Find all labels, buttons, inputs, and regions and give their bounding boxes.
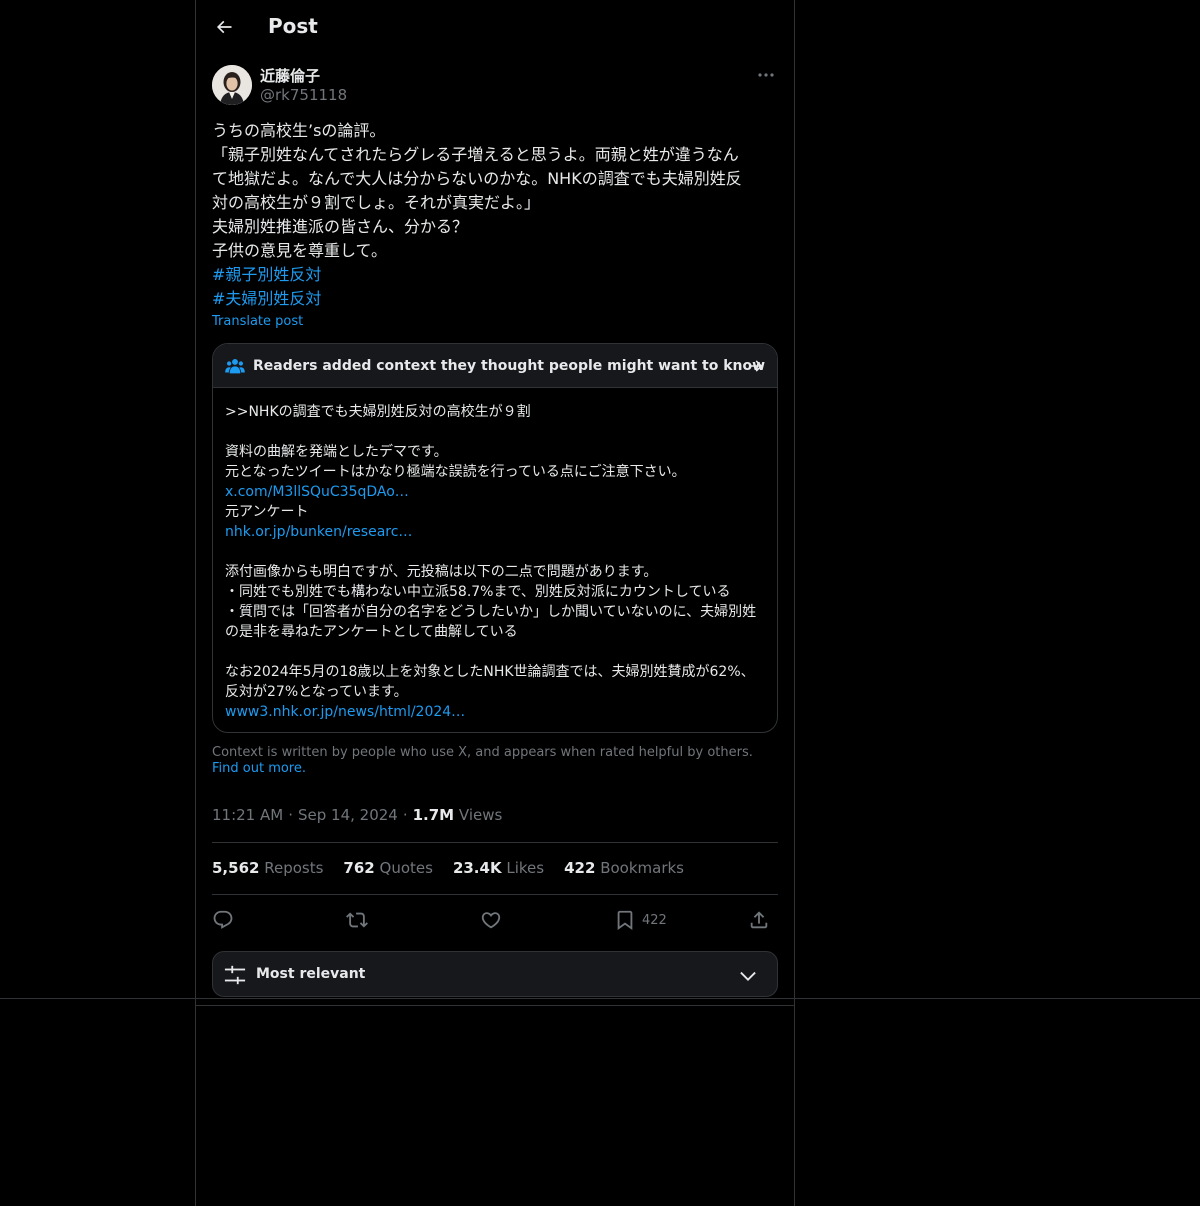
- post-line: 夫婦別姓推進派の皆さん、分かる？: [212, 217, 469, 236]
- bookmarks-label: Bookmarks: [600, 859, 684, 877]
- page-title: Post: [268, 14, 318, 38]
- reply-button[interactable]: [212, 906, 234, 934]
- post-author: 近藤倫子 @rk751118: [212, 64, 778, 108]
- page-header: Post: [196, 0, 794, 53]
- reply-sort-dropdown[interactable]: Most relevant: [212, 951, 778, 997]
- heart-icon: [481, 912, 501, 929]
- likes-stat[interactable]: 23.4K Likes: [453, 859, 544, 877]
- chevron-down-icon: [740, 971, 756, 981]
- translate-post-link[interactable]: Translate post: [212, 314, 303, 329]
- like-button[interactable]: [480, 906, 502, 934]
- avatar[interactable]: [212, 65, 252, 105]
- reposts-label: Reposts: [264, 859, 324, 877]
- share-button[interactable]: [748, 906, 770, 934]
- note-text: なお2024年5月の18歳以上を対象としたNHK世論調査では、夫婦別姓賛成が62…: [225, 664, 755, 700]
- repost-icon: [346, 912, 368, 928]
- avatar-portrait-icon: [212, 65, 252, 105]
- post-line: うちの高校生’sの論評。: [212, 121, 386, 140]
- hashtag-link[interactable]: #親子別姓反対: [212, 263, 778, 287]
- reply-icon: [213, 910, 233, 929]
- note-source-link[interactable]: www3.nhk.or.jp/news/html/2024…: [225, 702, 765, 722]
- display-name[interactable]: 近藤倫子: [260, 65, 320, 86]
- note-source-link[interactable]: nhk.or.jp/bunken/researc…: [225, 522, 765, 542]
- note-text: 元となったツイートはかなり極端な誤読を行っている点にご注意下さい。: [225, 464, 686, 480]
- share-icon: [750, 911, 768, 929]
- community-note-card: Readers added context they thought peopl…: [212, 343, 778, 733]
- note-text: ・同姓でも別姓でも構わない中立派58.7%まで、別姓反対派にカウントしている: [225, 584, 731, 600]
- note-text: ・質問では「回答者が自分の名字をどうしたいか」しか聞いていないのに、夫婦別姓の是…: [225, 604, 757, 640]
- post-stats: 5,562 Reposts 762 Quotes 23.4K Likes 422…: [212, 859, 684, 877]
- note-quote: >>NHKの調査でも夫婦別姓反対の高校生が９割: [225, 404, 531, 420]
- back-arrow-icon: [216, 20, 232, 34]
- context-footer: Context is written by people who use X, …: [212, 745, 778, 777]
- quotes-stat[interactable]: 762 Quotes: [343, 859, 433, 877]
- bookmark-count: 422: [642, 912, 667, 928]
- community-note-header[interactable]: Readers added context they thought peopl…: [213, 344, 777, 388]
- post-text: うちの高校生’sの論評。 「親子別姓なんてされたらグレる子増えると思うよ。両親と…: [212, 119, 778, 311]
- column-rule: [195, 1005, 795, 1006]
- filter-sliders-icon: [224, 965, 246, 985]
- views-count: 1.7M: [412, 806, 455, 824]
- note-text: 元アンケート: [225, 504, 309, 520]
- more-options-button[interactable]: [754, 65, 778, 85]
- repost-button[interactable]: [346, 906, 368, 934]
- more-dots-icon: [758, 73, 774, 77]
- sort-label: Most relevant: [256, 966, 366, 982]
- context-footer-text: Context is written by people who use X, …: [212, 745, 753, 760]
- user-handle[interactable]: @rk751118: [260, 86, 347, 104]
- community-note-body: >>NHKの調査でも夫婦別姓反対の高校生が９割 資料の曲解を発端としたデマです。…: [213, 388, 777, 722]
- post-line: 対の高校生が９割でしょ。それが真実だよ。」: [212, 193, 541, 212]
- divider: [212, 894, 778, 895]
- bookmarks-count: 422: [564, 859, 596, 877]
- arrow-right-icon: [749, 360, 763, 372]
- reposts-stat[interactable]: 5,562 Reposts: [212, 859, 323, 877]
- note-text: 資料の曲解を発端としたデマです。: [225, 444, 448, 460]
- reposts-count: 5,562: [212, 859, 260, 877]
- note-spacer: [225, 422, 765, 442]
- horizontal-rule: [0, 998, 1200, 999]
- post-line: て地獄だよ。なんで大人は分からないのかな。NHKの調査でも夫婦別姓反: [212, 169, 742, 188]
- community-note-title: Readers added context they thought peopl…: [253, 358, 766, 374]
- post-date[interactable]: Sep 14, 2024: [298, 806, 398, 824]
- quotes-count: 762: [343, 859, 375, 877]
- back-button[interactable]: [210, 13, 238, 41]
- bookmark-icon: [617, 910, 633, 931]
- divider: [212, 842, 778, 843]
- action-bar: 422: [212, 906, 778, 934]
- note-spacer: [225, 642, 765, 662]
- primary-column: Post 近藤倫子 @rk751118 うちの高校生’sの論評。 「親子別姓なん…: [195, 0, 795, 1206]
- likes-count: 23.4K: [452, 859, 502, 877]
- likes-label: Likes: [506, 859, 545, 877]
- note-text: 添付画像からも明白ですが、元投稿は以下の二点で問題があります。: [225, 564, 658, 580]
- post-time[interactable]: 11:21 AM: [212, 806, 283, 824]
- note-source-link[interactable]: x.com/M3llSQuC35qDAo…: [225, 482, 765, 502]
- post-line: 子供の意見を尊重して。: [212, 241, 388, 260]
- views-label: Views: [458, 806, 503, 824]
- post-line: 「親子別姓なんてされたらグレる子増えると思うよ。両親と姓が違うなん: [212, 145, 739, 164]
- bookmark-button[interactable]: 422: [614, 906, 667, 934]
- bookmarks-stat[interactable]: 422 Bookmarks: [564, 859, 684, 877]
- quotes-label: Quotes: [379, 859, 433, 877]
- note-spacer: [225, 542, 765, 562]
- post-meta: 11:21 AM · Sep 14, 2024 · 1.7M Views: [212, 806, 503, 824]
- find-out-more-link[interactable]: Find out more.: [212, 761, 306, 776]
- people-icon: [225, 358, 245, 374]
- hashtag-link[interactable]: #夫婦別姓反対: [212, 287, 778, 311]
